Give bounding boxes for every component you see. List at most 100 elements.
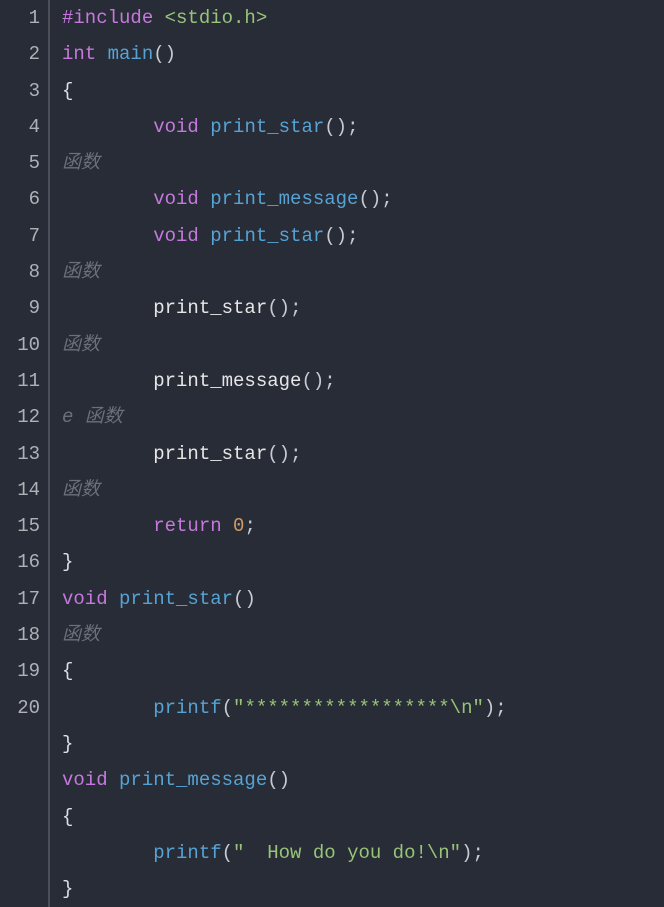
semicolon: ;	[244, 515, 255, 537]
code-line[interactable]: int main()	[62, 36, 664, 72]
code-line[interactable]: void print_star();	[62, 109, 664, 145]
line-number: 13	[0, 436, 40, 472]
line-number-gutter: 1 2 3 4 5 6 7 8 9 10 11 12 13 14 15 16 1…	[0, 0, 50, 907]
keyword: return	[153, 515, 221, 537]
line-number: 7	[0, 218, 40, 254]
include-path: <stdio.h>	[153, 7, 267, 29]
string: "******************\n"	[233, 697, 484, 719]
code-line[interactable]: 函数	[62, 472, 664, 508]
line-number: 20	[0, 690, 40, 726]
code-line[interactable]: void print_message();	[62, 181, 664, 217]
line-number: 12	[0, 399, 40, 435]
semicolon: ;	[381, 188, 392, 210]
code-line[interactable]: 函数	[62, 617, 664, 653]
paren-open: (	[222, 842, 233, 864]
line-number	[0, 871, 40, 907]
line-number: 19	[0, 653, 40, 689]
code-area[interactable]: #include <stdio.h> int main() { void pri…	[50, 0, 664, 907]
code-line[interactable]: {	[62, 799, 664, 835]
ghost-text: 函数	[62, 334, 100, 356]
line-number: 16	[0, 544, 40, 580]
semicolon: ;	[495, 697, 506, 719]
number: 0	[233, 515, 244, 537]
code-line[interactable]: 函数	[62, 145, 664, 181]
code-line[interactable]: print_message();	[62, 363, 664, 399]
function-call: printf	[153, 842, 221, 864]
brace: }	[62, 551, 73, 573]
brace: {	[62, 80, 73, 102]
keyword: int	[62, 43, 96, 65]
parens: ()	[267, 297, 290, 319]
paren-open: (	[222, 697, 233, 719]
code-line[interactable]: print_star();	[62, 290, 664, 326]
line-number: 14	[0, 472, 40, 508]
ghost-text: 函数	[62, 261, 100, 283]
paren-close: )	[484, 697, 495, 719]
code-line[interactable]: return 0;	[62, 508, 664, 544]
parens: ()	[358, 188, 381, 210]
parens: ()	[324, 116, 347, 138]
line-number	[0, 835, 40, 871]
function-name: print_star	[210, 116, 324, 138]
line-number: 3	[0, 73, 40, 109]
line-number: 10	[0, 327, 40, 363]
semicolon: ;	[347, 116, 358, 138]
line-number: 11	[0, 363, 40, 399]
keyword: void	[62, 588, 108, 610]
parens: ()	[301, 370, 324, 392]
function-call: print_star	[153, 297, 267, 319]
brace: }	[62, 878, 73, 900]
parens: ()	[267, 769, 290, 791]
line-number	[0, 726, 40, 762]
ghost-text: 函数	[62, 479, 100, 501]
keyword: void	[153, 188, 199, 210]
line-number: 18	[0, 617, 40, 653]
line-number: 9	[0, 290, 40, 326]
code-line[interactable]: printf(" How do you do!\n");	[62, 835, 664, 871]
function-name: print_message	[210, 188, 358, 210]
semicolon: ;	[473, 842, 484, 864]
code-line[interactable]: }	[62, 871, 664, 907]
code-line[interactable]: {	[62, 653, 664, 689]
brace: {	[62, 660, 73, 682]
line-number: 1	[0, 0, 40, 36]
function-call: print_star	[153, 443, 267, 465]
code-editor[interactable]: 1 2 3 4 5 6 7 8 9 10 11 12 13 14 15 16 1…	[0, 0, 664, 907]
function-call: printf	[153, 697, 221, 719]
code-line[interactable]: {	[62, 73, 664, 109]
brace: {	[62, 806, 73, 828]
line-number: 8	[0, 254, 40, 290]
code-line[interactable]: 函数	[62, 327, 664, 363]
keyword: void	[153, 116, 199, 138]
parens: ()	[153, 43, 176, 65]
code-line[interactable]: void print_star();	[62, 218, 664, 254]
code-line[interactable]: printf("******************\n");	[62, 690, 664, 726]
semicolon: ;	[347, 225, 358, 247]
function-name: print_message	[119, 769, 267, 791]
function-call: print_message	[153, 370, 301, 392]
code-line[interactable]: }	[62, 726, 664, 762]
code-line[interactable]: void print_message()	[62, 762, 664, 798]
semicolon: ;	[290, 297, 301, 319]
code-line[interactable]: }	[62, 544, 664, 580]
line-number: 4	[0, 109, 40, 145]
code-line[interactable]: void print_star()	[62, 581, 664, 617]
brace: }	[62, 733, 73, 755]
function-name: main	[108, 43, 154, 65]
string: " How do you do!\n"	[233, 842, 461, 864]
line-number	[0, 762, 40, 798]
paren-close: )	[461, 842, 472, 864]
ghost-text: e 函数	[62, 406, 123, 428]
function-name: print_star	[210, 225, 324, 247]
ghost-text: 函数	[62, 624, 100, 646]
code-line[interactable]: 函数	[62, 254, 664, 290]
line-number: 17	[0, 581, 40, 617]
code-line[interactable]: e 函数	[62, 399, 664, 435]
keyword: void	[153, 225, 199, 247]
code-line[interactable]: #include <stdio.h>	[62, 0, 664, 36]
semicolon: ;	[290, 443, 301, 465]
code-line[interactable]: print_star();	[62, 436, 664, 472]
parens: ()	[233, 588, 256, 610]
line-number	[0, 799, 40, 835]
keyword: void	[62, 769, 108, 791]
